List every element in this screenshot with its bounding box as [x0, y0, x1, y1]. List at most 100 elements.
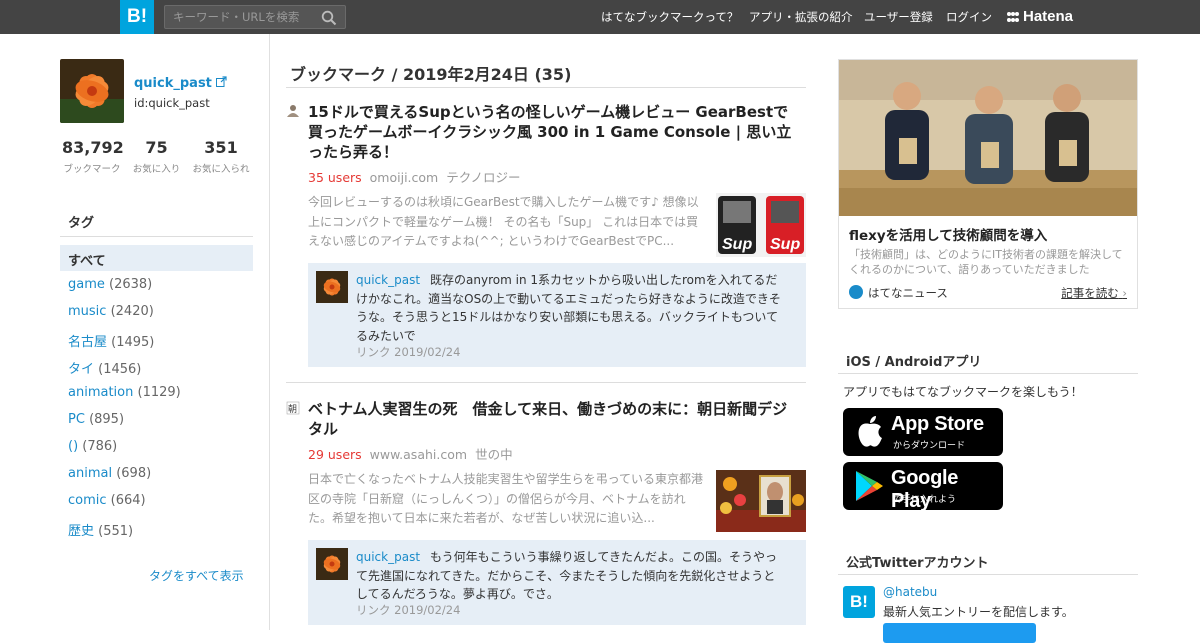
tag-item[interactable]: PC (895) [68, 412, 124, 427]
comment-meta[interactable]: リンク 2019/02/24 [356, 602, 460, 618]
comment-user[interactable]: quick_past [356, 550, 420, 564]
nav-apps[interactable]: アプリ・拡張の紹介 [749, 0, 853, 34]
twitter-divider [838, 574, 1138, 575]
apps-divider [838, 373, 1138, 374]
tag-name: () [68, 439, 79, 454]
stat-favorites[interactable]: 75 お気に入り [129, 138, 184, 175]
entry-users[interactable]: 35 users [308, 170, 362, 185]
entry-thumbnail[interactable] [716, 470, 806, 532]
entry-thumbnail[interactable]: Sup Sup [716, 193, 806, 257]
read-article-label: 記事を読む [1061, 286, 1119, 300]
stat-followers-num: 351 [204, 138, 238, 157]
app-store-button[interactable]: App Store からダウンロード [843, 408, 1003, 456]
tag-item[interactable]: game (2638) [68, 277, 152, 292]
external-link-icon [216, 76, 228, 87]
entry-domain[interactable]: omoiji.com [370, 170, 439, 185]
tag-name: PC [68, 412, 85, 427]
entry-description: 今回レビューするのは秋頃にGearBestで購入したゲーム機です♪ 想像以上にコ… [308, 195, 699, 248]
svg-text:Sup: Sup [770, 236, 800, 253]
app-store-sublabel: からダウンロード [893, 441, 966, 451]
bookmark-comment: quick_past 既存のanyrom in 1系カセットから吸い出したromを… [308, 263, 806, 367]
top-bar: B! はてなブックマークって？ アプリ・拡張の紹介 ユーザー登録 ログイン Ha… [0, 0, 1200, 34]
entry-category[interactable]: 世の中 [475, 447, 513, 462]
tag-name: 名古屋 [68, 335, 108, 350]
svg-text:朝: 朝 [288, 404, 297, 415]
profile-name[interactable]: quick_past [134, 76, 228, 91]
tag-item[interactable]: animal (698) [68, 466, 151, 481]
svg-text:Sup: Sup [722, 236, 752, 253]
entry-category[interactable]: テクノロジー [446, 170, 520, 185]
comment-avatar[interactable] [316, 548, 348, 580]
hatena-logo[interactable]: Hatena [1006, 0, 1073, 34]
entry-domain[interactable]: www.asahi.com [370, 447, 467, 462]
tag-name: タイ [68, 362, 95, 377]
tags-heading: タグ [68, 216, 95, 231]
hatebu-logo[interactable]: B! [120, 0, 154, 34]
entry-divider [286, 382, 806, 383]
tag-item[interactable]: 歴史 (551) [68, 520, 133, 539]
entry-description: 日本で亡くなったベトナム人技能実習生や留学生らを弔っている東京都港区の寺院「日新… [308, 472, 704, 525]
comment-meta[interactable]: リンク 2019/02/24 [356, 344, 460, 360]
hatena-news-icon [849, 285, 863, 299]
hatebu-twitter-avatar[interactable]: B! [843, 586, 875, 618]
nav-about[interactable]: はてなブックマークって？ [601, 0, 738, 34]
tag-name: comic [68, 493, 107, 508]
profile-sidebar: quick_past id:quick_past 83,792 ブックマーク 7… [0, 34, 270, 630]
tag-count: (664) [110, 493, 146, 508]
app-store-label: App Store [891, 413, 984, 435]
tag-item[interactable]: animation (1129) [68, 385, 181, 400]
site-favicon-icon [287, 105, 299, 117]
nav-signup[interactable]: ユーザー登録 [864, 0, 933, 34]
search-input[interactable] [165, 6, 315, 28]
show-all-tags-link[interactable]: タグをすべて表示 [149, 567, 244, 584]
avatar[interactable] [60, 59, 124, 123]
tag-name: animal [68, 466, 113, 481]
apps-description: アプリでもはてなブックマークを楽しもう！ [843, 385, 1083, 399]
nav-login[interactable]: ログイン [946, 0, 992, 34]
tag-count: (698) [116, 466, 152, 481]
tag-count: (2638) [109, 277, 153, 292]
tag-item[interactable]: comic (664) [68, 493, 146, 508]
profile-id: id:quick_past [134, 96, 210, 110]
entry-meta: 29 users www.asahi.com 世の中 [308, 444, 513, 463]
stat-bookmarks-label: ブックマーク [63, 164, 121, 175]
tag-count: (1495) [111, 335, 155, 350]
tag-all[interactable]: すべて [60, 245, 253, 271]
stat-followers[interactable]: 351 お気に入られ [190, 138, 252, 175]
google-play-button[interactable]: Google Play で手に入れよう [843, 462, 1003, 512]
tag-item[interactable]: () (786) [68, 439, 117, 454]
tag-name: animation [68, 385, 134, 400]
stat-bookmarks[interactable]: 83,792 ブックマーク [62, 138, 124, 175]
tag-item[interactable]: 名古屋 (1495) [68, 331, 154, 350]
entry-title[interactable]: 15ドルで買えるSupという名の怪しいゲーム機レビュー GearBestで買った… [308, 102, 798, 162]
tag-count: (786) [82, 439, 118, 454]
tag-item[interactable]: music (2420) [68, 304, 154, 319]
apps-heading: iOS / Androidアプリ [846, 355, 982, 370]
entry-meta: 35 users omoiji.com テクノロジー [308, 167, 520, 186]
tag-count: (2420) [110, 304, 154, 319]
chevron-right-icon: › [1122, 286, 1127, 300]
ad-card[interactable]: flexyを活用して技術顧問を導入 「技術顧問」は、どのようにIT技術者の課題を… [838, 59, 1138, 309]
ad-photo [839, 60, 1137, 216]
twitter-description: 最新人気エントリーを配信します。 [883, 605, 1074, 619]
search-icon[interactable] [321, 10, 337, 26]
stat-favorites-label: お気に入り [132, 164, 181, 175]
apple-icon [858, 416, 882, 447]
twitter-handle[interactable]: @hatebu [883, 585, 937, 599]
twitter-follow-button[interactable] [883, 623, 1036, 643]
site-favicon-icon: 朝 [286, 401, 300, 415]
entry-title[interactable]: ベトナム人実習生の死 借金して来日、働きづめの末に：朝日新聞デジタル [308, 399, 798, 439]
comment-user[interactable]: quick_past [356, 273, 420, 287]
stat-bookmarks-num: 83,792 [62, 138, 124, 157]
profile-name-label: quick_past [134, 76, 212, 91]
bookmark-comment: quick_past もう何年もこういう事繰り返してきたんだよ。この国。そうやって… [308, 540, 806, 625]
tag-count: (895) [89, 412, 125, 427]
tag-item[interactable]: タイ (1456) [68, 358, 141, 377]
read-article-link[interactable]: 記事を読む › [1061, 285, 1127, 301]
page-title: ブックマーク / 2019年2月24日 (35) [290, 65, 572, 84]
comment-text: quick_past もう何年もこういう事繰り返してきたんだよ。この国。そうやって… [356, 548, 784, 604]
entry-users[interactable]: 29 users [308, 447, 362, 462]
comment-avatar[interactable] [316, 271, 348, 303]
ad-title[interactable]: flexyを活用して技術顧問を導入 [849, 224, 1047, 244]
tag-count: (1129) [137, 385, 181, 400]
